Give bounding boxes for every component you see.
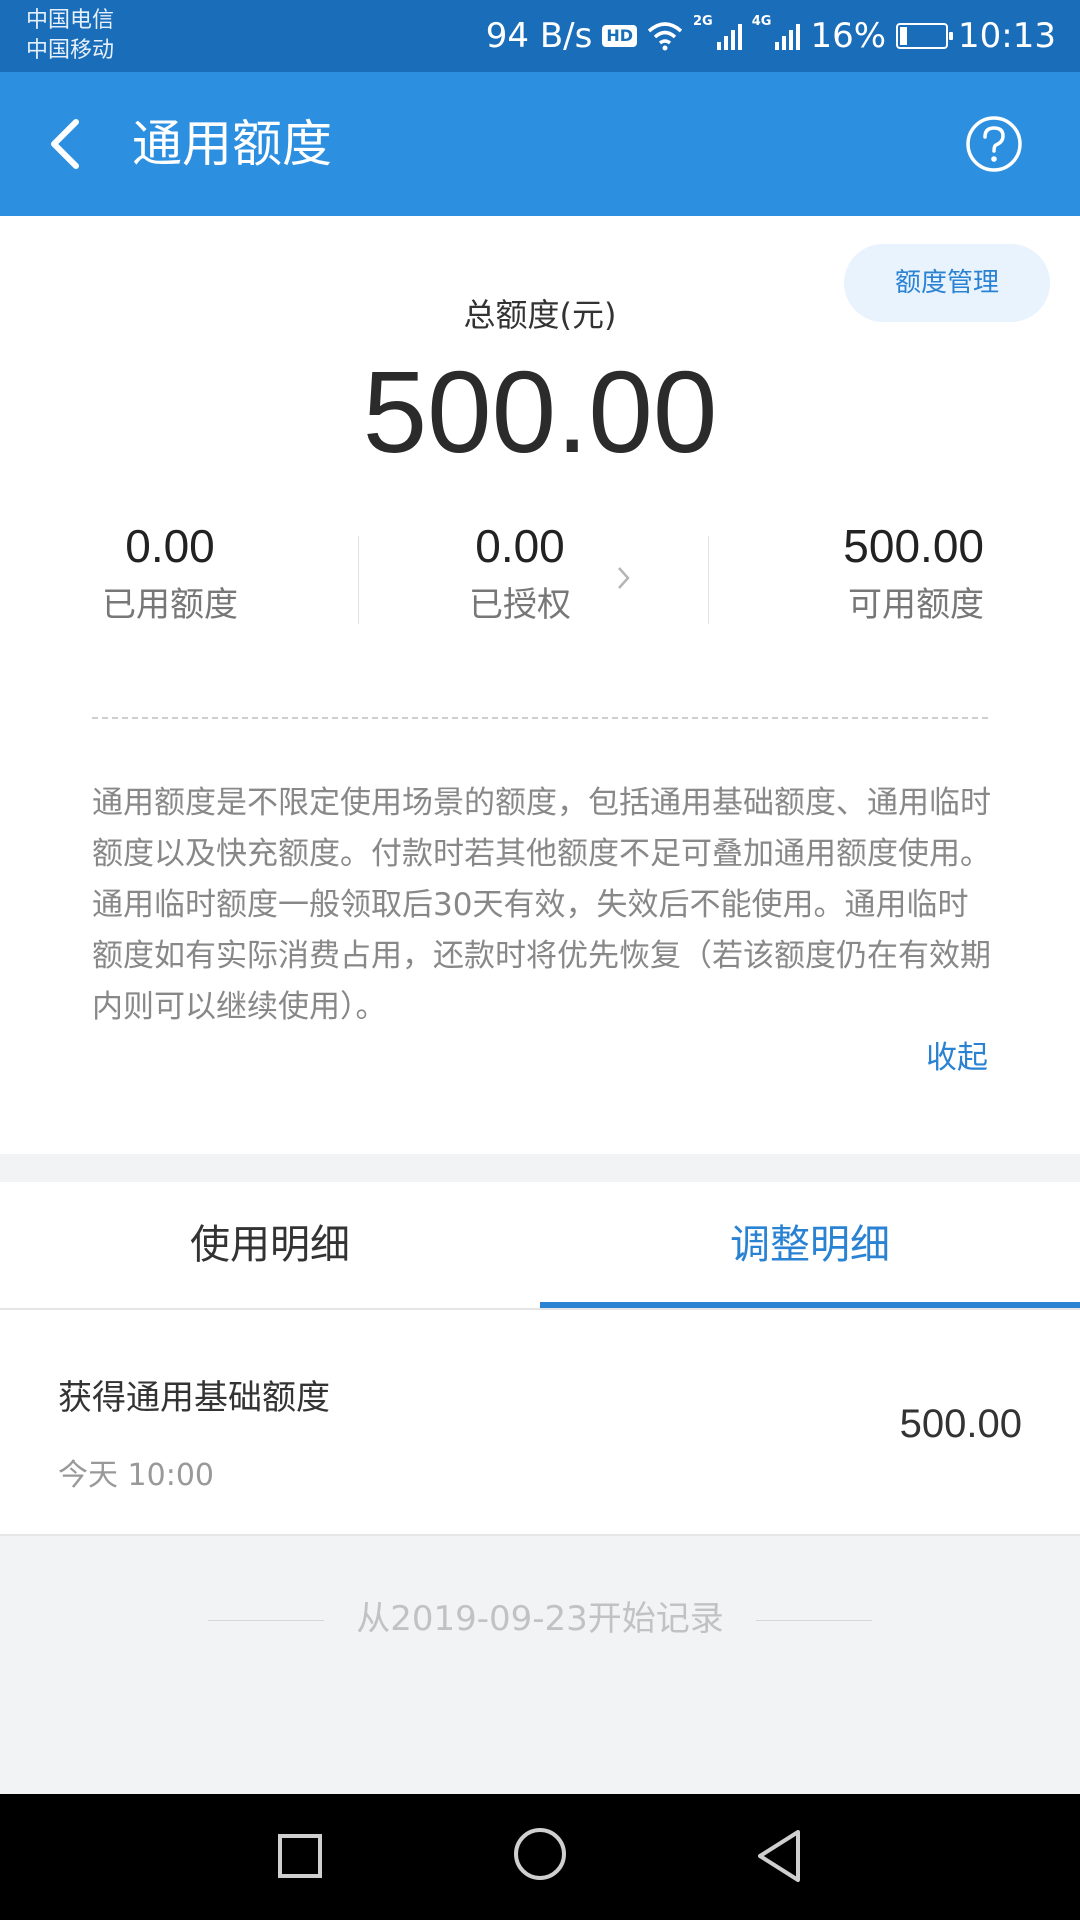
- nav-back-icon[interactable]: [754, 1828, 804, 1884]
- home-icon[interactable]: [514, 1828, 566, 1880]
- carrier-names: 中国电信 中国移动: [26, 6, 114, 66]
- carrier-2: 中国移动: [26, 38, 115, 63]
- net-speed: 94 B/s: [485, 16, 593, 56]
- recent-apps-icon[interactable]: [278, 1834, 322, 1878]
- tab-usage-detail[interactable]: 使用明细: [0, 1182, 540, 1308]
- record-start-note: 从2019-09-23开始记录: [0, 1594, 1080, 1644]
- quota-summary-card: 额度管理 总额度(元) 500.00 0.00 已用额度 0.00 已授权 50…: [0, 216, 1080, 1154]
- status-bar: 中国电信 中国移动 94 B/s HD 2G 4G 16% 10:13: [0, 0, 1080, 72]
- stat-divider: [358, 536, 359, 624]
- stat-authorized[interactable]: 0.00 已授权: [440, 516, 600, 636]
- total-quota-label: 总额度(元): [463, 296, 617, 334]
- stat-value: 500.00: [843, 520, 984, 572]
- record-time: 今天 10:00: [58, 1458, 214, 1493]
- back-arrow-icon[interactable]: [40, 114, 96, 174]
- carrier-1: 中国电信: [26, 8, 115, 33]
- stat-label: 已用额度: [102, 585, 238, 625]
- record-amount: 500.00: [899, 1402, 1022, 1446]
- screen: 中国电信 中国移动 94 B/s HD 2G 4G 16% 10:13 通用额度…: [0, 0, 1080, 1920]
- tab-adjust-detail[interactable]: 调整明细: [540, 1182, 1080, 1308]
- signal-icon: [775, 22, 801, 50]
- battery-fill: [900, 27, 908, 45]
- footer-text: 从2019-09-23开始记录: [356, 1599, 724, 1639]
- status-icons: 94 B/s HD 2G 4G 16% 10:13: [486, 0, 1056, 72]
- stat-label: 已授权: [469, 585, 571, 625]
- stat-available-quota: 500.00 可用额度: [784, 516, 984, 636]
- chevron-right-icon[interactable]: [616, 564, 632, 592]
- clock: 10:13: [958, 16, 1056, 56]
- net-2g-label: 2G: [693, 14, 713, 29]
- quota-description: 通用额度是不限定使用场景的额度，包括通用基础额度、通用临时额度以及快充额度。付款…: [92, 785, 991, 1025]
- help-icon[interactable]: [964, 114, 1024, 174]
- battery-percent: 16%: [810, 16, 887, 56]
- signal-icon: [716, 22, 742, 50]
- app-header: 通用额度: [0, 72, 1080, 216]
- stat-label: 可用额度: [848, 585, 984, 625]
- footer-line-right: [756, 1620, 872, 1621]
- system-nav-bar: [0, 1794, 1080, 1920]
- detail-tabs: 使用明细 调整明细: [0, 1182, 1080, 1310]
- collapse-link[interactable]: 收起: [926, 1032, 988, 1077]
- dashed-divider: [92, 717, 988, 719]
- stat-divider: [708, 536, 709, 624]
- page-title: 通用额度: [132, 115, 332, 173]
- hd-badge: HD: [602, 25, 637, 47]
- record-title: 获得通用基础额度: [58, 1378, 330, 1418]
- total-quota-value: 500.00: [362, 347, 718, 477]
- stat-value: 0.00: [475, 520, 565, 572]
- wifi-icon: [647, 22, 683, 51]
- battery-icon: [896, 23, 954, 49]
- stat-used-quota: 0.00 已用额度: [90, 516, 250, 636]
- net-4g-label: 4G: [751, 14, 772, 29]
- active-tab-indicator: [540, 1302, 1080, 1308]
- stat-value: 0.00: [125, 520, 215, 572]
- list-item[interactable]: 获得通用基础额度 今天 10:00 500.00: [0, 1310, 1080, 1536]
